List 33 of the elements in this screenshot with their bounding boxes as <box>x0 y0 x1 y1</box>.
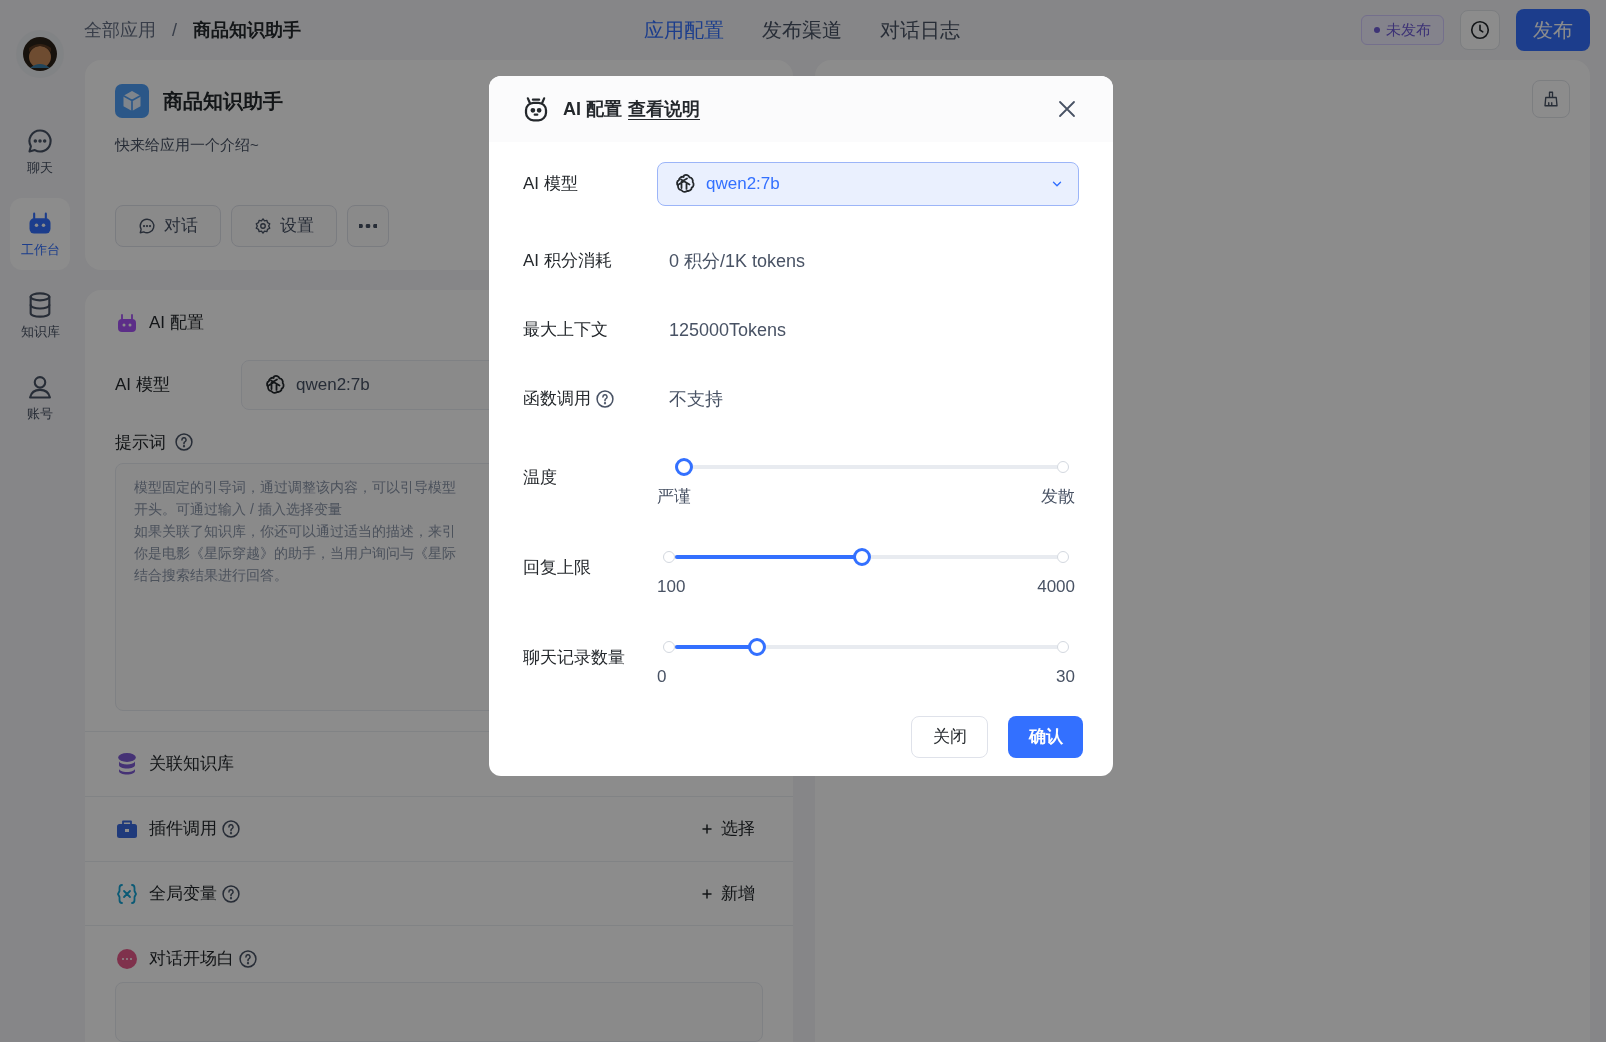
placeholder-text: 你是电影《星际穿越》的助手，当用户询问与《星际 <box>134 544 456 563</box>
section-title: 全局变量 <box>149 882 217 905</box>
slider-max-label: 4000 <box>1037 575 1075 598</box>
field-label: 回复上限 <box>523 557 591 580</box>
slider-min-label: 0 <box>657 665 667 688</box>
slider-min-label: 100 <box>657 575 686 598</box>
placeholder-text: 模型固定的引导词，通过调整该内容，可以引导模型 <box>134 478 456 497</box>
field-label: 提示词 <box>115 431 166 454</box>
field-value: 125000Tokens <box>668 318 787 342</box>
field-value: 0 积分/1K tokens <box>668 249 806 273</box>
section-title: 插件调用 <box>149 818 217 840</box>
placeholder-text: 开头。可通过输入 / 插入选择变量 <box>134 500 342 519</box>
field-label: AI 模型 <box>523 173 578 196</box>
slider-max-label: 30 <box>1056 665 1075 688</box>
section-title: 关联知识库 <box>149 753 234 776</box>
field-value: 不支持 <box>668 387 723 411</box>
section-title: AI 配置 <box>149 312 204 334</box>
status-badge: 未发布 <box>1361 15 1444 45</box>
slider-min-label: 严谨 <box>657 485 691 508</box>
dialog-title: AI 配置 <box>563 97 622 121</box>
breadcrumb-separator: / <box>172 18 177 42</box>
slider-max-label: 发散 <box>1041 485 1075 508</box>
app-title: 商品知识助手 <box>163 89 283 114</box>
field-label: 函数调用 <box>523 388 591 411</box>
section-title: 对话开场白 <box>149 948 234 971</box>
app-intro: 快来给应用一个介绍~ <box>115 135 260 155</box>
field-label: 聊天记录数量 <box>523 647 625 670</box>
field-label: AI 模型 <box>115 373 171 396</box>
placeholder-text: 如果关联了知识库，你还可以通过适当的描述，来引 <box>134 522 456 541</box>
field-label: 最大上下文 <box>523 319 608 342</box>
breadcrumb-current: 商品知识助手 <box>193 18 301 42</box>
field-label: 温度 <box>523 467 557 490</box>
field-label: AI 积分消耗 <box>523 250 612 273</box>
